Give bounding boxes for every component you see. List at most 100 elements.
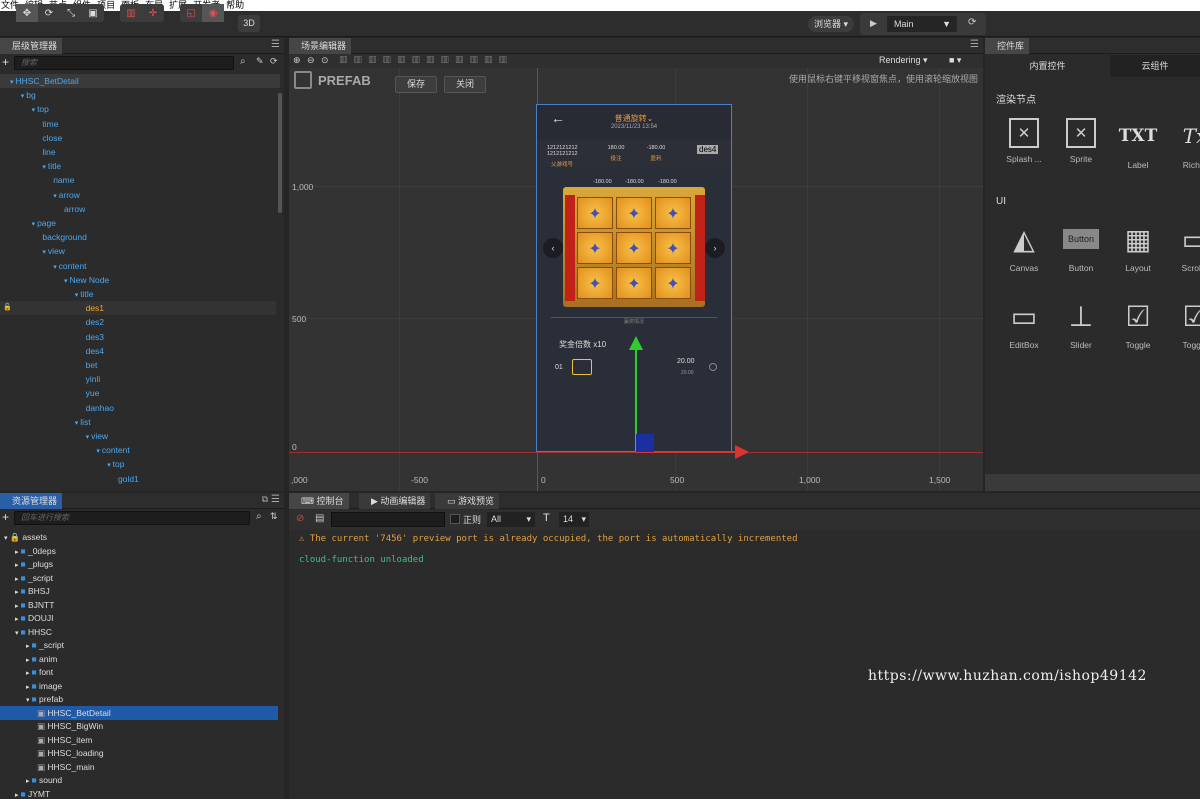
- hierarchy-node[interactable]: line: [42, 145, 55, 159]
- widget-item[interactable]: TXT Label: [1110, 118, 1166, 170]
- panel-menu-icon[interactable]: ☰: [271, 494, 280, 505]
- hierarchy-node[interactable]: ▾ content: [53, 259, 86, 273]
- refresh-icon[interactable]: ⟳: [968, 17, 976, 28]
- hierarchy-node[interactable]: yue: [86, 386, 100, 400]
- hierarchy-node[interactable]: ▾ top: [32, 102, 49, 116]
- pivot-icon[interactable]: ▥: [120, 4, 142, 22]
- menu-item[interactable]: 帮助: [225, 0, 249, 11]
- next-arrow-icon[interactable]: ›: [705, 238, 725, 258]
- asset-item[interactable]: ▸ ■ BHSJ: [15, 584, 50, 598]
- asset-item[interactable]: ▣ HHSC_main: [37, 760, 95, 774]
- rotate-tool-icon[interactable]: ⟳: [38, 4, 60, 22]
- assets-tab[interactable]: 资源管理器: [0, 493, 63, 509]
- controls-tab[interactable]: 控件库: [985, 38, 1030, 54]
- hierarchy-scrollbar[interactable]: [278, 93, 282, 213]
- asset-item[interactable]: ▸ ■ BJNTT: [15, 598, 54, 612]
- hierarchy-node[interactable]: des2: [86, 315, 104, 329]
- gizmo-icon[interactable]: ◉: [202, 4, 224, 22]
- asset-item[interactable]: ▸ ■ DOUJI: [15, 611, 53, 625]
- asset-item[interactable]: ▾ ■ prefab: [26, 692, 63, 706]
- hierarchy-node[interactable]: ▾ list: [75, 415, 91, 429]
- widget-item[interactable]: ▭ EditBox: [996, 298, 1052, 351]
- prev-arrow-icon[interactable]: ‹: [543, 238, 563, 258]
- hierarchy-node[interactable]: danhao: [86, 401, 114, 415]
- asset-item[interactable]: ▾ 🔒 assets: [4, 530, 47, 544]
- close-button[interactable]: 关闭: [444, 76, 486, 93]
- locate-icon[interactable]: ✎: [256, 56, 264, 67]
- asset-item[interactable]: ▸ ■ _script: [15, 571, 53, 585]
- hierarchy-node[interactable]: des1: [86, 301, 104, 315]
- toggle-3d-button[interactable]: 3D: [238, 15, 260, 32]
- log-level-select[interactable]: All ▾: [487, 512, 535, 527]
- refresh-icon[interactable]: ⟳: [270, 56, 278, 67]
- asset-item[interactable]: ▸ ■ _0deps: [15, 544, 56, 558]
- add-icon[interactable]: +: [2, 510, 9, 524]
- hierarchy-node[interactable]: des3: [86, 330, 104, 344]
- widget-item[interactable]: Button Button: [1053, 221, 1109, 273]
- hierarchy-node[interactable]: background: [42, 230, 86, 244]
- widget-item[interactable]: ✕ Splash ...: [996, 118, 1052, 164]
- hierarchy-node[interactable]: ▾ HHSC_BetDetail: [10, 74, 79, 88]
- align-icons[interactable]: ▥▥▥▥▥▥▥▥▥▥▥▥: [339, 54, 513, 65]
- widget-item[interactable]: ▭ ScrollV: [1167, 221, 1200, 274]
- info-icon[interactable]: [709, 363, 717, 371]
- snap-icon[interactable]: ◱: [180, 4, 202, 22]
- file-icon[interactable]: ▤: [315, 513, 324, 524]
- asset-item[interactable]: ▸ ■ JYMT: [15, 787, 50, 799]
- search-icon[interactable]: ⌕: [256, 511, 262, 522]
- widget-item[interactable]: Tx Rich T: [1167, 118, 1200, 170]
- scale-tool-icon[interactable]: ⤡: [60, 4, 82, 22]
- scene-tab[interactable]: 场景编辑器: [289, 38, 352, 54]
- hierarchy-node[interactable]: ▾ New Node: [64, 273, 109, 287]
- hierarchy-node[interactable]: ▾ title: [42, 159, 61, 173]
- tab-animation[interactable]: ▶ 动画编辑器: [359, 493, 431, 509]
- widget-item[interactable]: ☑ Toggle: [1167, 298, 1200, 351]
- unlock-icon[interactable]: 🔓: [3, 301, 12, 315]
- scene-select[interactable]: Main ▼: [887, 16, 957, 32]
- widget-item[interactable]: ◭ Canvas: [996, 221, 1052, 274]
- hierarchy-node[interactable]: close: [42, 131, 62, 145]
- hierarchy-node[interactable]: des4: [86, 344, 104, 358]
- asset-item[interactable]: ▸ ■ sound: [26, 773, 62, 787]
- widget-item[interactable]: ▦ Layout: [1110, 221, 1166, 274]
- hierarchy-node[interactable]: gold1: [118, 472, 139, 486]
- gizmo-center[interactable]: [636, 434, 654, 452]
- des4-label[interactable]: des4: [697, 145, 719, 154]
- clear-icon[interactable]: ⊘: [296, 513, 304, 524]
- font-size-select[interactable]: 14 ▾: [559, 512, 589, 527]
- scene-editor[interactable]: 场景编辑器 ☰ ⊕ ⊖ ⊙ ▥▥▥▥▥▥▥▥▥▥▥▥ Rendering ▾ ■…: [289, 38, 983, 491]
- hierarchy-node[interactable]: name: [53, 173, 74, 187]
- hierarchy-node[interactable]: ▾ view: [86, 429, 108, 443]
- camera-icon[interactable]: ■ ▾: [949, 55, 961, 66]
- asset-item[interactable]: ▸ ■ _plugs: [15, 557, 53, 571]
- hierarchy-node[interactable]: ▾ arrow: [53, 188, 80, 202]
- asset-item[interactable]: ▣ HHSC_loading: [37, 746, 104, 760]
- asset-item[interactable]: ▸ ■ font: [26, 665, 53, 679]
- prefab-canvas[interactable]: ← 普通旋转⌄ 2023/11/23 13:54 1212121212 1212…: [536, 104, 732, 452]
- asset-item[interactable]: ▣ HHSC_item: [37, 733, 92, 747]
- gizmo-x-arrow-icon[interactable]: [735, 445, 749, 459]
- hierarchy-node[interactable]: bet: [86, 358, 98, 372]
- console-warning[interactable]: ⚠ The current '7456' preview port is alr…: [299, 534, 798, 544]
- asset-item[interactable]: ▣ HHSC_BigWin: [37, 719, 103, 733]
- hierarchy-node[interactable]: ▾ view: [42, 244, 64, 258]
- popout-icon[interactable]: ⧉: [262, 494, 268, 505]
- tab-builtin[interactable]: 内置控件: [985, 55, 1110, 77]
- regex-checkbox[interactable]: [450, 514, 460, 524]
- widget-item[interactable]: ☑ Toggle: [1110, 298, 1166, 351]
- hierarchy-node[interactable]: ▾ title: [75, 287, 94, 301]
- hierarchy-node[interactable]: yinli: [86, 372, 101, 386]
- browser-select[interactable]: 浏览器 ▾: [808, 16, 855, 32]
- asset-item[interactable]: ▣ HHSC_BetDetail: [37, 706, 111, 720]
- hierarchy-search-input[interactable]: 搜索: [14, 56, 234, 70]
- play-button[interactable]: ▶: [870, 18, 877, 29]
- widget-item[interactable]: ⊥ Slider: [1053, 298, 1109, 351]
- global-icon[interactable]: ✛: [142, 4, 164, 22]
- asset-item[interactable]: ▸ ■ image: [26, 679, 62, 693]
- asset-item[interactable]: ▸ ■ anim: [26, 652, 57, 666]
- hierarchy-tab[interactable]: 层级管理器: [0, 38, 63, 54]
- hierarchy-node[interactable]: ▾ top: [107, 457, 124, 471]
- zoom-out-icon[interactable]: ⊖: [307, 55, 315, 66]
- game-title[interactable]: 普通旋转⌄: [537, 113, 731, 124]
- search-icon[interactable]: ⌕: [240, 56, 246, 67]
